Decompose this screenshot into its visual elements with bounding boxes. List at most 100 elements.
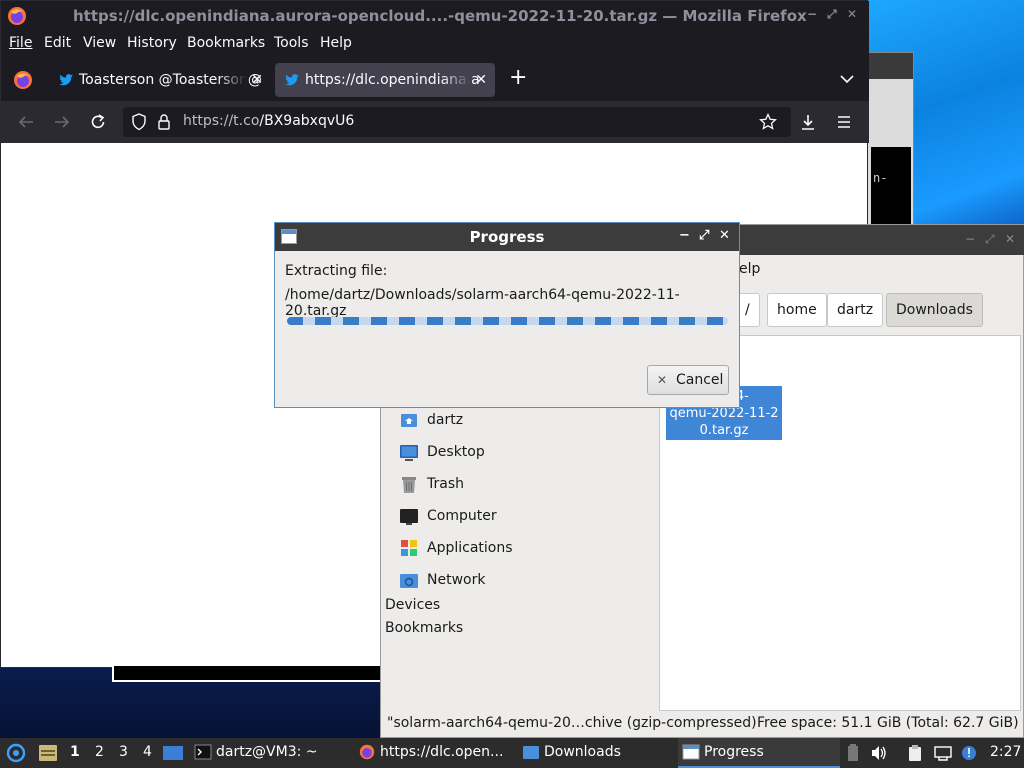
maximize-icon[interactable]: ⤢	[827, 7, 837, 22]
place-network[interactable]: Network	[397, 569, 485, 593]
home-folder-icon	[401, 414, 417, 427]
progress-dialog-titlebar[interactable]: Progress − ⤢ ✕	[275, 223, 739, 251]
cancel-label: Cancel	[676, 372, 724, 388]
place-label: Desktop	[427, 444, 485, 460]
cancel-button[interactable]: ✕ Cancel	[647, 365, 729, 395]
workspace-3[interactable]: 3	[119, 744, 128, 760]
menu-help[interactable]: elp	[739, 261, 760, 277]
breadcrumb-dartz[interactable]: dartz	[827, 293, 884, 327]
trash-icon	[402, 477, 416, 493]
progress-bar	[287, 317, 728, 325]
task-progress[interactable]: Progress	[678, 738, 840, 768]
workspace-1[interactable]: 1	[70, 744, 80, 760]
url-text: https://t.co/BX9abxqvU6	[183, 113, 355, 129]
progress-window-icon	[682, 744, 700, 760]
file-manager-launcher-icon[interactable]	[38, 744, 58, 762]
url-bar[interactable]: https://t.co/BX9abxqvU6	[123, 107, 791, 137]
twitter-bird-icon	[59, 74, 73, 86]
breadcrumb-home[interactable]: home	[767, 293, 827, 327]
notification-icon[interactable]	[960, 744, 978, 762]
minimize-icon[interactable]: −	[679, 228, 690, 243]
firefox-icon	[359, 744, 375, 760]
lock-icon[interactable]	[157, 113, 171, 131]
task-label: Downloads	[544, 744, 621, 760]
folder-icon	[523, 746, 539, 759]
terminal-titlebar[interactable]	[867, 53, 913, 79]
menu-history[interactable]: History	[127, 35, 177, 51]
taskbar: 1 2 3 4 dartz@VM3: ~ https://dlc.open...…	[0, 738, 1024, 768]
downloads-icon[interactable]	[799, 113, 817, 131]
start-menu-icon[interactable]	[6, 743, 26, 763]
close-icon[interactable]: ✕	[847, 7, 857, 21]
firefox-logo-icon	[8, 7, 26, 25]
close-icon[interactable]: ✕	[719, 228, 730, 243]
place-computer[interactable]: Computer	[397, 505, 497, 529]
firefox-view-icon[interactable]	[13, 70, 33, 90]
firefox-titlebar[interactable]: https://dlc.openindiana.aurora-opencloud…	[1, 1, 869, 31]
new-tab-plus-icon[interactable]: +	[509, 65, 527, 90]
maximize-icon[interactable]: ⤢	[699, 228, 709, 243]
network-icon[interactable]	[934, 744, 952, 762]
progress-bar-fill	[287, 317, 728, 325]
firefox-window-title: https://dlc.openindiana.aurora-opencloud…	[73, 7, 807, 25]
forward-arrow-icon[interactable]	[53, 113, 71, 131]
twitter-bird-icon	[285, 74, 299, 86]
terminal-window-edge[interactable]	[112, 666, 382, 682]
terminal-text: n-	[873, 171, 888, 185]
hamburger-menu-icon[interactable]	[835, 113, 853, 131]
battery-icon[interactable]	[844, 744, 862, 762]
shield-icon[interactable]	[131, 113, 147, 131]
workspace-2[interactable]: 2	[95, 744, 104, 760]
place-label: Computer	[427, 508, 497, 524]
menu-view[interactable]: View	[83, 35, 116, 51]
maximize-icon[interactable]: ⤢	[985, 232, 995, 247]
tab-close-icon[interactable]: ✕	[251, 63, 263, 97]
menu-help[interactable]: Help	[320, 35, 352, 51]
file-name-line: 0.tar.gz	[699, 423, 749, 438]
task-label: Progress	[704, 744, 764, 760]
clipboard-icon[interactable]	[906, 744, 924, 762]
place-trash[interactable]: Trash	[397, 473, 464, 497]
place-label: Network	[427, 572, 486, 588]
reload-icon[interactable]	[89, 113, 107, 131]
place-label: Trash	[427, 476, 464, 492]
bookmark-star-icon[interactable]	[759, 113, 777, 131]
terminal-icon	[194, 744, 212, 760]
applications-icon	[401, 540, 417, 556]
task-terminal[interactable]: dartz@VM3: ~	[190, 738, 350, 768]
menu-tools[interactable]: Tools	[274, 35, 309, 51]
status-free-space: Free space: 51.1 GiB (Total: 62.7 GiB)	[757, 715, 1019, 731]
back-arrow-icon[interactable]	[17, 113, 35, 131]
chevron-down-icon[interactable]	[839, 73, 855, 85]
task-label: dartz@VM3: ~	[216, 744, 318, 760]
volume-icon[interactable]	[870, 744, 888, 762]
tab-twitter[interactable]: Toasterson @Toasterson@ ✕	[49, 63, 271, 97]
section-bookmarks[interactable]: Bookmarks	[385, 620, 463, 636]
minimize-icon[interactable]: −	[807, 7, 817, 21]
section-devices[interactable]: Devices	[385, 597, 440, 613]
breadcrumb-downloads[interactable]: Downloads	[886, 293, 983, 327]
close-icon[interactable]: ✕	[1005, 232, 1015, 246]
menu-bookmarks[interactable]: Bookmarks	[187, 35, 265, 51]
desktop-icon	[400, 445, 418, 461]
status-bar: "solarm-aarch64-qemu-20…chive (gzip-comp…	[381, 713, 1024, 737]
menu-file[interactable]: File	[9, 35, 32, 51]
place-applications[interactable]: Applications	[397, 537, 513, 561]
workspace-4[interactable]: 4	[143, 744, 152, 760]
tab-strip: Toasterson @Toasterson@ ✕ https://dlc.op…	[1, 59, 869, 101]
task-downloads[interactable]: Downloads	[518, 738, 678, 768]
place-home[interactable]: dartz	[397, 409, 463, 433]
task-label: https://dlc.open...	[380, 744, 504, 760]
tab-close-icon[interactable]: ✕	[475, 63, 487, 97]
tab-openindiana[interactable]: https://dlc.openindiana.a ✕	[275, 63, 495, 97]
menu-edit[interactable]: Edit	[44, 35, 71, 51]
minimize-icon[interactable]: −	[965, 232, 975, 246]
clock[interactable]: 2:27	[990, 744, 1021, 760]
navigation-toolbar: https://t.co/BX9abxqvU6	[1, 101, 869, 143]
background-terminal-window[interactable]: n-	[866, 52, 914, 273]
task-firefox[interactable]: https://dlc.open...	[354, 738, 514, 768]
show-desktop-icon[interactable]	[162, 745, 184, 761]
computer-icon	[400, 509, 418, 525]
place-desktop[interactable]: Desktop	[397, 441, 485, 465]
progress-dialog: Progress − ⤢ ✕ Extracting file: /home/da…	[274, 222, 740, 408]
